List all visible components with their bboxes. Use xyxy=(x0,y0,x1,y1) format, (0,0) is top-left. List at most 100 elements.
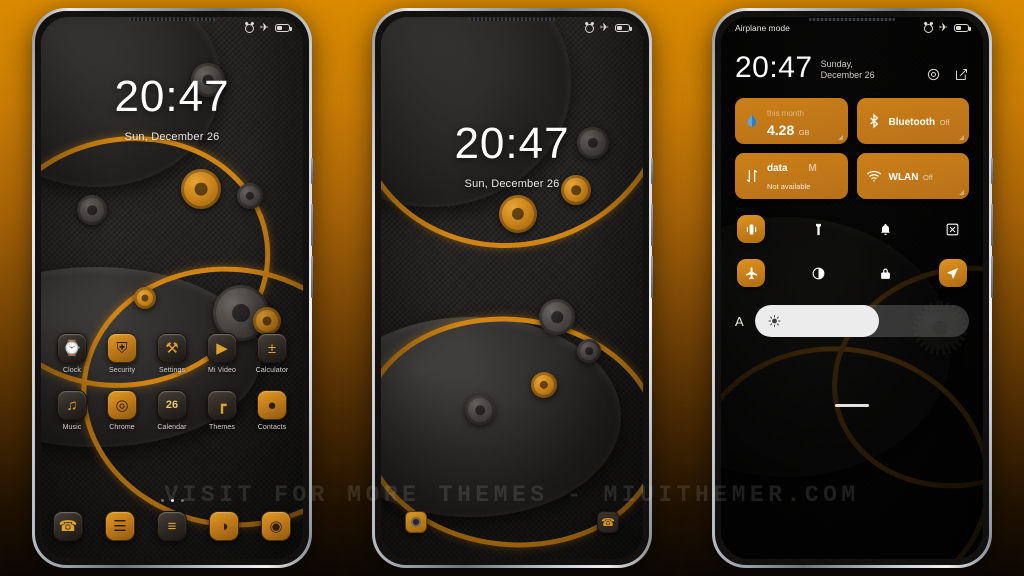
water-drop-icon xyxy=(744,113,760,129)
app-label: Chrome xyxy=(109,424,135,431)
wlan-tile[interactable]: WLAN Off xyxy=(856,153,969,199)
panel-clock-row: 20:47 Sunday, December 26 xyxy=(735,53,969,83)
volume-up-button[interactable] xyxy=(651,204,653,246)
lockscreen-time: 20:47 xyxy=(454,119,570,168)
brightness-control: A xyxy=(735,305,969,337)
app-music[interactable]: ♫ Music xyxy=(49,390,95,431)
power-button[interactable] xyxy=(651,158,653,184)
themes-icon: ┏ xyxy=(207,390,237,420)
calendar-icon: 26 xyxy=(157,390,187,420)
settings-gear-icon[interactable] xyxy=(926,67,941,82)
location-toggle[interactable] xyxy=(938,259,967,287)
calendar-day-number: 26 xyxy=(165,399,179,411)
tile-expand-corner[interactable] xyxy=(837,135,843,140)
vibrate-toggle[interactable] xyxy=(737,215,765,243)
app-label: Calendar xyxy=(157,424,187,431)
volume-up-button[interactable] xyxy=(311,204,313,246)
status-bar-icons: ✈ xyxy=(244,21,292,34)
app-contacts[interactable]: ● Contacts xyxy=(249,390,295,431)
flashlight-toggle[interactable] xyxy=(804,215,832,243)
messages-icon[interactable]: ☰ xyxy=(105,511,135,541)
camera-icon[interactable]: ◉ xyxy=(261,511,291,541)
alarm-clock-icon xyxy=(244,23,254,33)
phone-icon[interactable]: ☎ xyxy=(53,511,83,541)
lock-toggle[interactable] xyxy=(872,259,900,287)
power-button[interactable] xyxy=(311,158,313,184)
page-dot[interactable] xyxy=(160,499,164,502)
app-mi-video[interactable]: ▶ Mi Video xyxy=(199,333,245,374)
edit-icon[interactable] xyxy=(954,67,969,82)
panel-actions xyxy=(926,67,969,83)
tile-expand-corner[interactable] xyxy=(959,135,964,140)
mobile-data-title: data M xyxy=(767,163,817,174)
status-bar-icons: ✈ xyxy=(584,21,632,34)
control-center-panel: Airplane mode ✈ 20:47 Sunday, December 2… xyxy=(721,17,983,559)
volume-up-button[interactable] xyxy=(991,204,993,246)
phone-frame: ✈ 20:47 Sun, December 26 ⌚ Clock ⛨ Secur… xyxy=(32,8,313,568)
phone-screen: ✈ 20:47 Sun, December 26 ⌚ Clock ⛨ Secur… xyxy=(41,17,303,559)
wallpaper-gears xyxy=(381,17,643,559)
panel-drag-handle[interactable] xyxy=(835,404,869,407)
app-calculator[interactable]: ± Calculator xyxy=(249,333,295,374)
phone-shortcut-button[interactable]: ☎ xyxy=(597,511,619,533)
app-label: Mi Video xyxy=(208,367,236,374)
bluetooth-title: Bluetooth xyxy=(888,117,936,128)
tile-expand-corner[interactable] xyxy=(959,190,964,195)
toggle-row-2 xyxy=(735,259,969,287)
mobile-data-label: data xyxy=(767,163,788,174)
screenshot-toggle[interactable] xyxy=(939,215,967,243)
data-usage-period: this month xyxy=(767,108,804,118)
phone-control-center: Airplane mode ✈ 20:47 Sunday, December 2… xyxy=(712,8,993,568)
airplane-mode-icon: ✈ xyxy=(599,21,609,34)
app-settings[interactable]: ⚒ Settings xyxy=(149,333,195,374)
alarm-clock-icon xyxy=(584,23,594,33)
app-label: Music xyxy=(62,424,82,431)
wlan-title: WLAN xyxy=(888,172,919,183)
app-themes[interactable]: ┏ Themes xyxy=(199,390,245,431)
phone-frame: Airplane mode ✈ 20:47 Sunday, December 2… xyxy=(712,8,993,568)
phone-lockscreen-left: ✈ 20:47 Sun, December 26 ⌚ Clock ⛨ Secur… xyxy=(32,8,313,568)
data-usage-value: 4.28 xyxy=(767,121,795,138)
quick-toggles xyxy=(735,215,969,287)
mobile-data-text: data M Not available xyxy=(767,158,839,194)
app-calendar[interactable]: 26 Calendar xyxy=(149,390,195,431)
app-label: Clock xyxy=(62,367,81,374)
music-note-icon: ♫ xyxy=(57,390,87,420)
phone-screen: Airplane mode ✈ 20:47 Sunday, December 2… xyxy=(721,17,983,559)
power-button[interactable] xyxy=(991,158,993,184)
page-indicator xyxy=(41,499,303,502)
camera-shortcut-button[interactable] xyxy=(405,511,427,533)
airplane-toggle[interactable] xyxy=(737,259,765,287)
airplane-mode-label: Airplane mode xyxy=(735,23,790,33)
phone-bezel: Airplane mode ✈ 20:47 Sunday, December 2… xyxy=(715,11,989,565)
app-chrome[interactable]: ◎ Chrome xyxy=(99,390,145,431)
auto-brightness-label[interactable]: A xyxy=(735,314,744,329)
page-dot[interactable] xyxy=(180,499,184,502)
data-usage-tile[interactable]: this month 4.28 GB xyxy=(735,98,848,144)
bluetooth-tile[interactable]: Bluetooth Off xyxy=(856,98,969,144)
mobile-data-subtitle: Not available xyxy=(767,182,811,191)
dark-mode-toggle[interactable] xyxy=(804,259,832,287)
mobile-data-tile[interactable]: data M Not available xyxy=(735,153,848,199)
app-security[interactable]: ⛨ Security xyxy=(99,333,145,374)
volume-down-button[interactable] xyxy=(311,256,313,298)
volume-down-button[interactable] xyxy=(991,256,993,298)
lockscreen-time: 20:47 xyxy=(114,72,230,121)
status-bar: ✈ xyxy=(41,17,303,39)
app-label: Contacts xyxy=(257,424,287,431)
data-usage-unit: GB xyxy=(798,127,810,137)
panel-status-bar: Airplane mode ✈ xyxy=(735,17,971,39)
dnd-toggle[interactable] xyxy=(872,215,900,243)
phone-bezel: ✈ 20:47 Sun, December 26 ⌚ Clock ⛨ Secur… xyxy=(35,11,309,565)
gallery-icon[interactable]: ◑ xyxy=(209,511,239,541)
brightness-slider[interactable] xyxy=(754,305,969,337)
airplane-mode-icon: ✈ xyxy=(259,21,269,34)
page-dot-active[interactable] xyxy=(170,499,174,502)
app-label: Themes xyxy=(209,424,235,431)
lockscreen-shortcuts: ☎ xyxy=(381,511,643,533)
home-dock: ☎ ☰ ≡ ◑ ◉ xyxy=(41,511,303,541)
volume-down-button[interactable] xyxy=(651,256,653,298)
app-clock[interactable]: ⌚ Clock xyxy=(49,333,95,374)
phone-bezel: ✈ 20:47 Sun, December 26 ☎ xyxy=(375,11,649,565)
file-manager-icon[interactable]: ≡ xyxy=(157,511,187,541)
